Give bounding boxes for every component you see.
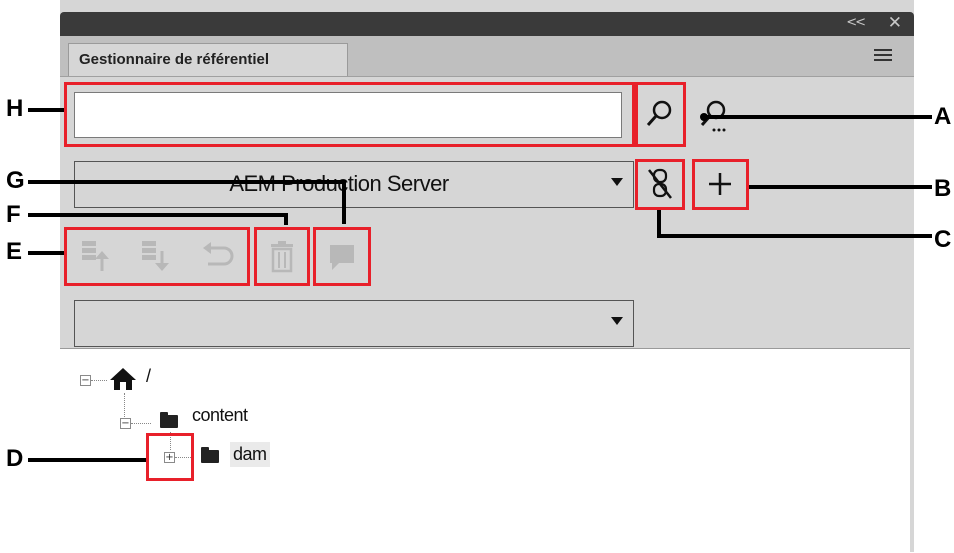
server-dropdown[interactable]: AEM Production Server [74,161,634,208]
undo-icon[interactable] [198,240,236,272]
collapse-button[interactable]: << [846,15,866,30]
callout-line-f [28,213,288,217]
callout-a: A [934,103,952,130]
callout-g: G [6,167,25,194]
server-dropdown-value: AEM Production Server [229,171,449,196]
chevron-down-icon [611,178,623,186]
callout-line-f-drop [284,213,288,225]
callout-h: H [6,95,24,122]
download-icon[interactable] [138,237,172,275]
tab-repository-manager[interactable]: Gestionnaire de référentiel [68,43,348,76]
callout-d: D [6,445,24,472]
folder-icon [160,412,178,428]
callout-c: C [934,226,952,253]
upload-icon[interactable] [78,237,112,275]
panel-titlebar: << ✕ [60,12,914,36]
tree-node-dam-label[interactable]: dam [230,442,270,467]
close-button[interactable]: ✕ [888,13,902,33]
highlight-h [64,82,635,147]
callout-line-g [28,180,346,184]
path-dropdown[interactable] [74,300,634,347]
search-icon[interactable] [643,97,677,131]
comment-icon[interactable] [327,242,357,272]
tree-connector [124,393,125,417]
tree-node-root-label[interactable]: / [146,366,151,387]
callout-line-a [704,115,932,119]
highlight-d [146,433,194,481]
tab-label: Gestionnaire de référentiel [79,51,270,68]
callout-e: E [6,238,23,265]
collapse-toggle-root[interactable]: − [80,375,91,386]
disconnect-icon[interactable] [645,166,675,202]
tree-connector [91,380,107,381]
callout-line-g-drop [342,180,346,224]
callout-line-b [749,185,932,189]
folder-icon [201,447,219,463]
tree-connector [131,423,151,424]
trash-icon[interactable] [268,240,296,274]
chevron-down-icon [611,317,623,325]
callout-line-d [28,458,146,462]
collapse-toggle-content[interactable]: − [120,418,131,429]
home-icon [110,368,136,390]
tree-node-content-label[interactable]: content [192,405,248,426]
callout-f: F [6,201,21,228]
callout-b: B [934,175,952,202]
callout-line-h [28,108,64,112]
callout-line-e [28,251,64,255]
add-icon[interactable] [706,170,734,198]
callout-line-c [657,234,932,238]
hamburger-icon[interactable] [874,49,892,63]
